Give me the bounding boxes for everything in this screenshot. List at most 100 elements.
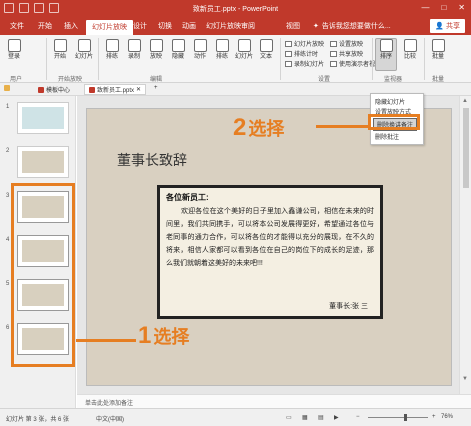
template-icon [38,86,44,93]
setup-slideshow-button[interactable]: 排序 [375,38,397,71]
notes-bar[interactable]: 单击此处添加备注 [77,394,471,408]
slide-thumbnail[interactable] [17,102,69,134]
callout-text: 选择 [153,327,190,347]
zoom-level[interactable]: 76% [441,414,453,420]
tab-design[interactable]: 设计 [133,21,147,31]
maximize-button[interactable]: □ [441,3,446,12]
group-separator [372,38,373,80]
ribbon-small-item[interactable]: 幻灯片放映 [285,39,324,48]
batch-button[interactable]: 批量 [428,39,448,61]
ribbon-small-item[interactable]: 设置放映 [330,39,363,48]
rehearse-button[interactable]: 排练 [102,39,122,61]
normal-view-icon[interactable]: ▭ [286,414,292,421]
checkbox-icon [330,60,337,67]
zoom-slider[interactable] [368,414,428,421]
slide-title[interactable]: 董事长致辞 [117,150,187,170]
vertical-scrollbar[interactable]: ▲ ▼ [459,96,471,394]
thumbnail-number: 5 [6,281,10,287]
checkbox-icon [330,50,337,57]
signature-text: 董事长:张 三 [329,303,368,310]
close-button[interactable]: ✕ [458,3,465,12]
folder-icon [4,85,10,91]
group-label: 监视器 [384,77,403,83]
thumbnail-number: 6 [6,325,10,331]
sorter-view-icon[interactable]: ▦ [302,414,308,421]
play-icon [53,39,67,52]
folder-button[interactable] [4,85,10,91]
clock-icon [215,39,229,52]
body-text: 欢迎各位在这个美好的日子里加入鑫谦公司，相信在未来的时间里，我们共同携手，可以将… [166,208,374,267]
callout-number: 2 [233,114,247,141]
minimize-button[interactable]: — [421,3,429,12]
thumbnail-number: 2 [6,148,10,154]
ribbon: 登录 开始 幻灯片 排练 录制 放映 隐藏 动作 排练 幻灯片 文本 幻灯片放映… [0,35,471,83]
text-button[interactable]: 文本 [256,39,276,61]
window-title: 致新员工.pptx - PowerPoint [192,6,279,13]
callout-number: 1 [138,322,152,349]
tab-view[interactable]: 视图 [286,21,300,31]
slideshow-view-icon[interactable]: ▶ [334,414,339,421]
scroll-up-icon[interactable]: ▲ [462,98,468,104]
tab-file[interactable]: 文件 [10,21,24,31]
group-separator [424,38,425,80]
template-center-tab[interactable]: 模板中心 [38,85,70,94]
dropdown-item[interactable]: 隐藏幻灯片 [375,97,405,106]
status-bar: 幻灯片 第 3 张，共 6 张 中文(中国) ▭ ▦ ▤ ▶ − + 76% [0,408,471,426]
hide-slide-icon [171,39,185,52]
group-label: 批量 [432,77,445,83]
scrollbar-thumb[interactable] [463,108,469,188]
checkbox-icon [285,60,292,67]
group-label: 设置 [318,77,331,83]
close-tab-icon[interactable]: ✕ [136,86,141,93]
setup-icon [379,39,393,52]
new-tab-button[interactable]: + [154,85,158,91]
tell-me-text: 告诉我您想要做什么... [321,23,391,30]
text-icon [259,39,273,52]
tell-me-box[interactable]: ✦ 告诉我您想要做什么... [313,21,391,31]
tab-home[interactable]: 开始 [38,21,52,31]
login-button[interactable]: 登录 [4,39,24,61]
callout-step-2: 2 选择 [233,114,284,142]
group-label: 用户 [10,77,23,83]
compare-button[interactable]: 比较 [400,39,420,61]
thumbnail-number: 3 [6,193,10,199]
checkbox-icon [330,40,337,47]
slide-counter: 幻灯片 第 3 张，共 6 张 [6,417,70,423]
hide-button[interactable]: 隐藏 [168,39,188,61]
language-indicator[interactable]: 中文(中国) [96,414,124,423]
tab-review[interactable]: 审阅 [241,21,255,31]
slide-button[interactable]: 幻灯片 [74,39,94,61]
zoom-out-icon[interactable]: − [356,414,360,420]
share-button[interactable]: 👤 共享 [430,19,465,33]
slides-icon [237,39,251,52]
rehearse2-button[interactable]: 排练 [212,39,232,61]
start-button[interactable]: 开始 [50,39,70,61]
checkbox-icon [285,40,292,47]
action-button[interactable]: 动作 [190,39,210,61]
tab-transitions[interactable]: 切换 [158,21,172,31]
slide-textbox[interactable]: 各位新员工: 欢迎各位在这个美好的日子里加入鑫谦公司，相信在未来的时间里，我们共… [157,185,383,319]
document-tab[interactable]: 致新员工.pptx ✕ [84,84,147,95]
ribbon-small-item[interactable]: 录制幻灯片 [285,59,324,68]
reading-view-icon[interactable]: ▤ [318,414,324,421]
scroll-down-icon[interactable]: ▼ [462,376,468,382]
tab-animations[interactable]: 动画 [182,21,196,31]
ppt-file-icon [89,86,95,93]
slide-thumbnail[interactable] [17,146,69,178]
present-button[interactable]: 放映 [146,39,166,61]
ribbon-small-item[interactable]: 共享放映 [330,49,363,58]
timer-icon [105,39,119,52]
checkbox-icon [285,50,292,57]
ribbon-small-item[interactable]: 排练计时 [285,49,318,58]
record-button[interactable]: 录制 [124,39,144,61]
tab-insert[interactable]: 插入 [64,21,78,31]
zoom-knob[interactable] [404,414,407,421]
slide2-button[interactable]: 幻灯片 [234,39,254,61]
tab-slideshow-active[interactable]: 幻灯片放映 [86,20,133,35]
zoom-in-icon[interactable]: + [432,414,436,420]
dropdown-item[interactable]: 删除批注 [375,132,399,141]
selection-highlight-box [11,183,75,367]
tab-slideshow[interactable]: 幻灯片放映 [206,21,241,31]
callout-text: 选择 [248,119,285,139]
ribbon-small-item[interactable]: 使用演示者视图 [330,59,381,68]
